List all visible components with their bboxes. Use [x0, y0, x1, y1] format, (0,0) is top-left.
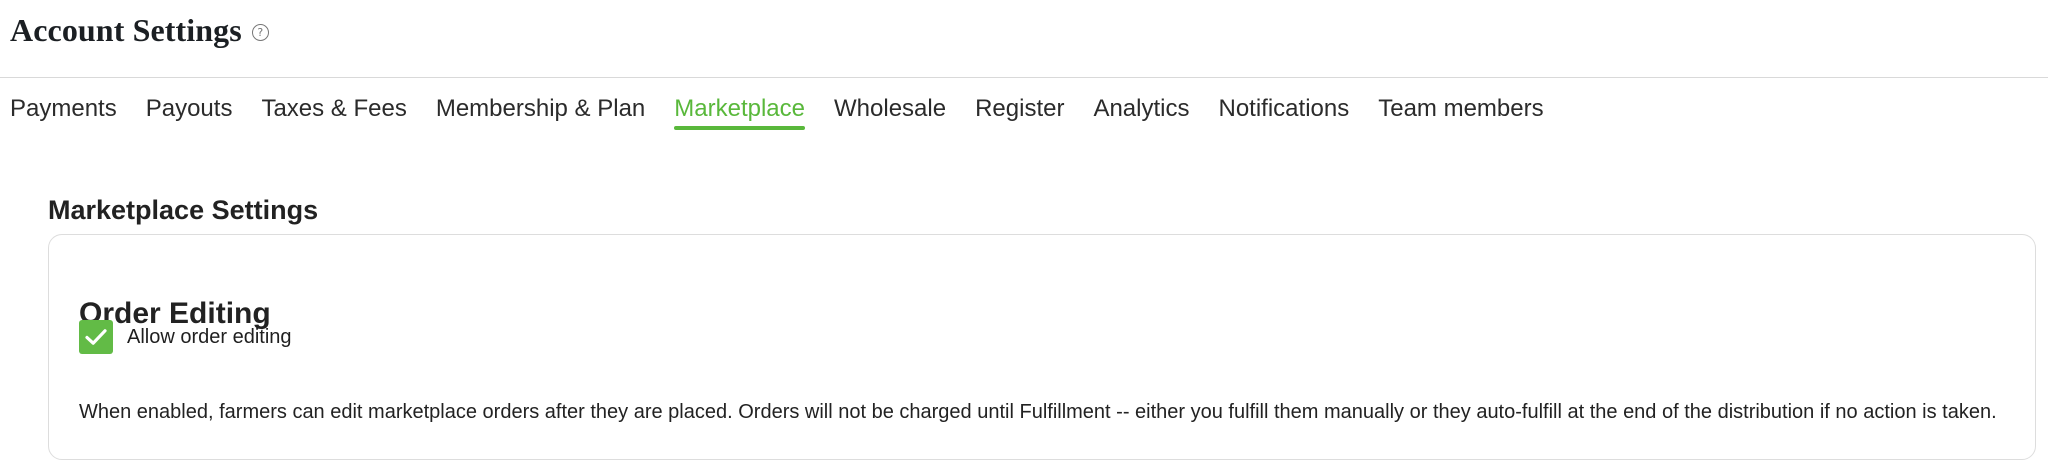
tab-wholesale[interactable]: Wholesale [834, 92, 946, 134]
tab-payouts[interactable]: Payouts [146, 92, 233, 134]
page-header: Account Settings ? [10, 8, 269, 52]
allow-order-editing-checkbox[interactable] [79, 320, 113, 354]
help-icon[interactable]: ? [251, 23, 269, 41]
order-editing-description: When enabled, farmers can edit marketpla… [79, 401, 1997, 423]
allow-order-editing-label[interactable]: Allow order editing [127, 322, 292, 352]
page-title: Account Settings [10, 12, 242, 48]
checkmark-icon [85, 329, 107, 345]
tab-team-members[interactable]: Team members [1378, 92, 1543, 134]
tab-notifications[interactable]: Notifications [1219, 92, 1350, 134]
order-editing-card: Order Editing Allow order editing When e… [48, 234, 2036, 460]
allow-order-editing-row: Allow order editing [79, 320, 292, 354]
tab-register[interactable]: Register [975, 92, 1064, 134]
tab-membership-plan[interactable]: Membership & Plan [436, 92, 645, 134]
tab-payments[interactable]: Payments [10, 92, 117, 134]
marketplace-settings-heading: Marketplace Settings [48, 195, 319, 226]
header-divider [0, 77, 2048, 78]
settings-tabs: Payments Payouts Taxes & Fees Membership… [10, 92, 1544, 134]
tab-marketplace[interactable]: Marketplace [674, 92, 805, 134]
tab-analytics[interactable]: Analytics [1093, 92, 1189, 134]
tab-taxes-fees[interactable]: Taxes & Fees [261, 92, 406, 134]
